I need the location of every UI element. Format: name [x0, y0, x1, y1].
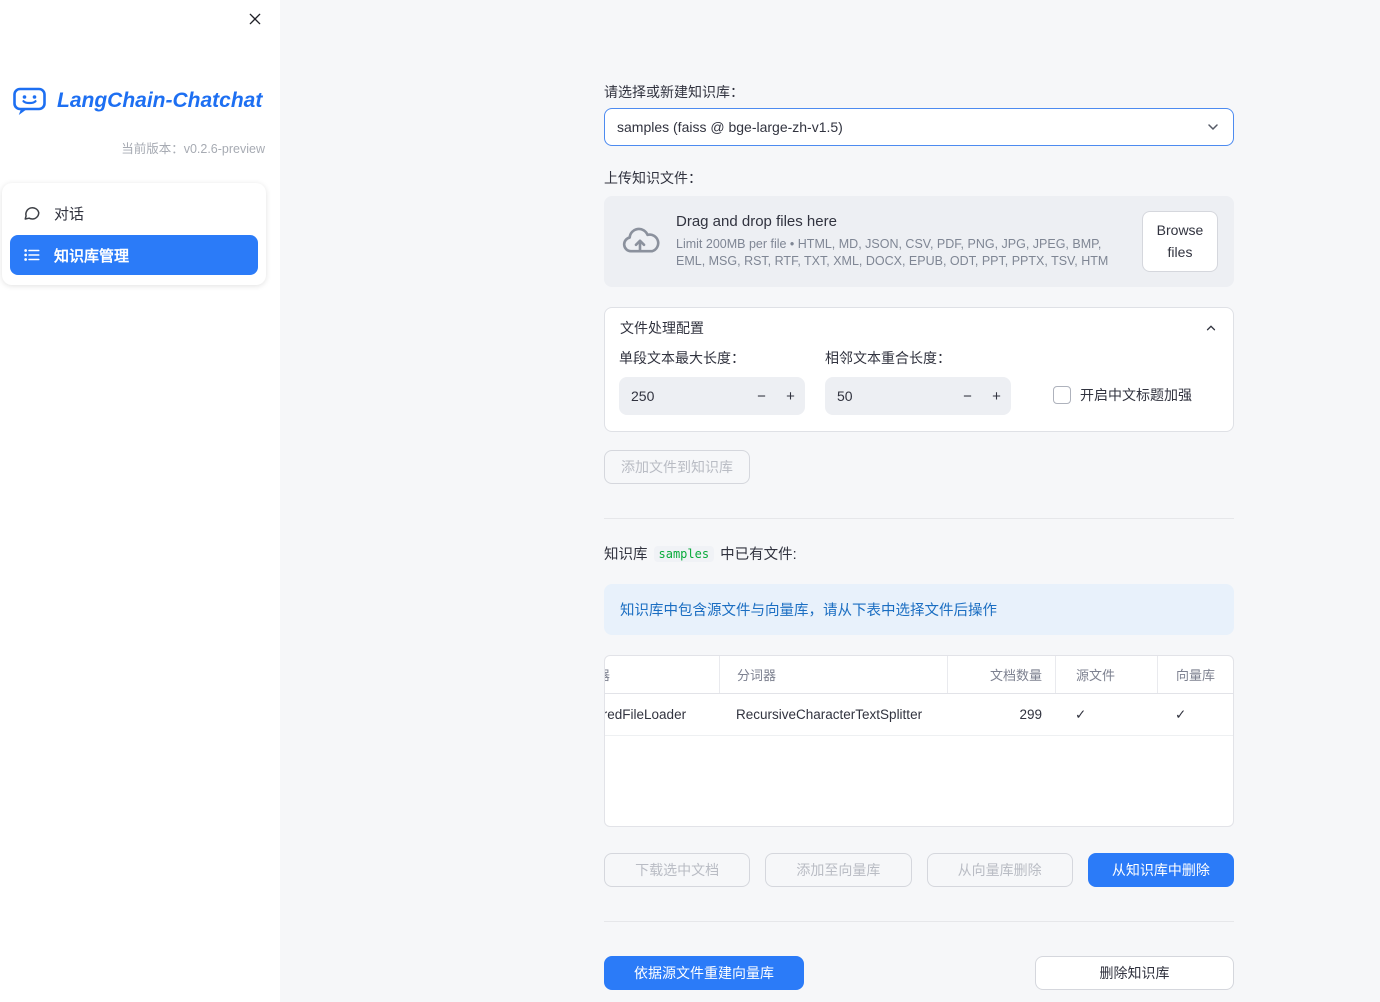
sidebar: LangChain-Chatchat 当前版本：v0.2.6-preview 对… [0, 0, 280, 1002]
chunk-size-input[interactable]: 250 − + [619, 377, 805, 416]
sidebar-close-button[interactable] [243, 7, 267, 31]
checkbox-box[interactable] [1053, 386, 1071, 405]
upload-label: 上传知识文件： [604, 170, 702, 186]
kb-files-heading: 知识库 samples 中已有文件: [604, 543, 1234, 564]
zh-title-enhance-checkbox[interactable]: 开启中文标题加强 [1053, 385, 1192, 405]
kb-selected-value: samples (faiss @ bge-large-zh-v1.5) [617, 119, 843, 135]
close-icon [247, 11, 263, 27]
cell-doc-count: 299 [1019, 707, 1042, 723]
sidebar-item-knowledge-base[interactable]: 知识库管理 [10, 235, 258, 275]
chunk-size-increment-button[interactable]: + [776, 377, 805, 415]
rebuild-vector-store-button[interactable]: 依据源文件重建向量库 [604, 956, 804, 991]
table-row[interactable]: UnstructuredFileLoader RecursiveCharacte… [605, 694, 1233, 737]
column-header-doc-count[interactable]: 文档数量 [947, 656, 1055, 694]
column-header-source-file[interactable]: 源文件 [1055, 656, 1157, 694]
add-files-to-kb-button[interactable]: 添加文件到知识库 [604, 450, 750, 485]
chunk-size-label: 单段文本最大长度： [619, 350, 745, 367]
column-header-loader[interactable]: 文档加载器 [605, 656, 719, 693]
chevron-down-icon [1205, 119, 1221, 135]
kb-name-code: samples [653, 545, 715, 562]
file-config-expander-header[interactable]: 文件处理配置 [605, 308, 1233, 348]
kb-selectbox[interactable]: samples (faiss @ bge-large-zh-v1.5) [604, 108, 1234, 146]
cell-loader: UnstructuredFileLoader [605, 707, 687, 723]
app-logo: LangChain-Chatchat [0, 0, 280, 116]
delete-kb-button[interactable]: 删除知识库 [1035, 956, 1234, 991]
sidebar-item-dialogue[interactable]: 对话 [10, 193, 258, 233]
sidebar-item-label: 知识库管理 [54, 247, 130, 265]
file-config-expander: 文件处理配置 单段文本最大长度： 250 − + 相邻文本重合长度： 50 − … [604, 307, 1234, 433]
overlap-size-input[interactable]: 50 − + [825, 377, 1011, 416]
delete-from-kb-button[interactable]: 从知识库中删除 [1087, 853, 1234, 888]
file-uploader-dropzone[interactable]: Drag and drop files here Limit 200MB per… [604, 196, 1234, 288]
chevron-up-icon [1204, 321, 1218, 335]
check-icon: ✓ [1175, 706, 1187, 722]
version-text: 当前版本：v0.2.6-preview [121, 142, 265, 156]
cell-splitter: RecursiveCharacterTextSplitter [736, 707, 923, 723]
divider [604, 921, 1234, 923]
kb-maintenance-row: 依据源文件重建向量库 删除知识库 [604, 956, 1234, 991]
divider [604, 518, 1234, 520]
browse-files-button[interactable]: Browse files [1142, 211, 1218, 273]
langchain-chatchat-logo-icon [12, 86, 48, 116]
add-to-vector-store-button[interactable]: 添加至向量库 [765, 853, 912, 888]
uploader-title: Drag and drop files here [676, 213, 837, 231]
sidebar-nav: 对话 知识库管理 [2, 183, 266, 285]
chunk-size-value[interactable]: 250 [619, 388, 747, 404]
kb-files-table[interactable]: 文档加载器 分词器 文档数量 源文件 向量库 UnstructuredFileL… [604, 655, 1234, 828]
file-config-body: 单段文本最大长度： 250 − + 相邻文本重合长度： 50 − + 开启中文标… [605, 348, 1233, 431]
kb-files-suffix: 中已有文件: [720, 547, 797, 564]
chat-bubble-icon [23, 204, 41, 222]
overlap-size-label: 相邻文本重合长度： [825, 350, 951, 367]
download-selected-docs-button[interactable]: 下载选中文档 [604, 853, 751, 888]
main-content: 请选择或新建知识库： samples (faiss @ bge-large-zh… [280, 0, 1380, 1002]
kb-select-label: 请选择或新建知识库： [604, 84, 744, 100]
delete-from-vector-store-button[interactable]: 从向量库删除 [926, 853, 1073, 888]
cell-vector-store-check: ✓ [1157, 694, 1233, 735]
uploader-text-block: Drag and drop files here Limit 200MB per… [676, 213, 1126, 270]
cloud-upload-icon [620, 226, 660, 258]
overlap-size-group: 相邻文本重合长度： 50 − + [825, 348, 1011, 416]
kb-files-prefix: 知识库 [604, 547, 648, 564]
cell-source-file-check: ✓ [1055, 694, 1157, 735]
expander-title: 文件处理配置 [620, 320, 704, 337]
table-header-row: 文档加载器 分词器 文档数量 源文件 向量库 [605, 656, 1233, 695]
uploader-limit-text: Limit 200MB per file • HTML, MD, JSON, C… [676, 237, 1109, 269]
sidebar-item-label: 对话 [54, 205, 85, 223]
info-alert: 知识库中包含源文件与向量库，请从下表中选择文件后操作 [604, 584, 1234, 636]
check-icon: ✓ [1075, 706, 1087, 722]
overlap-size-decrement-button[interactable]: − [953, 377, 982, 415]
list-icon [23, 246, 41, 264]
file-actions-row: 下载选中文档 添加至向量库 从向量库删除 从知识库中删除 [604, 853, 1234, 888]
chunk-size-decrement-button[interactable]: − [747, 377, 776, 415]
app-title: LangChain-Chatchat [57, 89, 263, 112]
overlap-size-value[interactable]: 50 [825, 388, 953, 404]
overlap-size-increment-button[interactable]: + [982, 377, 1011, 415]
checkbox-label: 开启中文标题加强 [1080, 387, 1192, 404]
column-header-splitter[interactable]: 分词器 [719, 656, 947, 694]
chunk-size-group: 单段文本最大长度： 250 − + [619, 348, 805, 416]
column-header-vector-store[interactable]: 向量库 [1157, 656, 1233, 694]
